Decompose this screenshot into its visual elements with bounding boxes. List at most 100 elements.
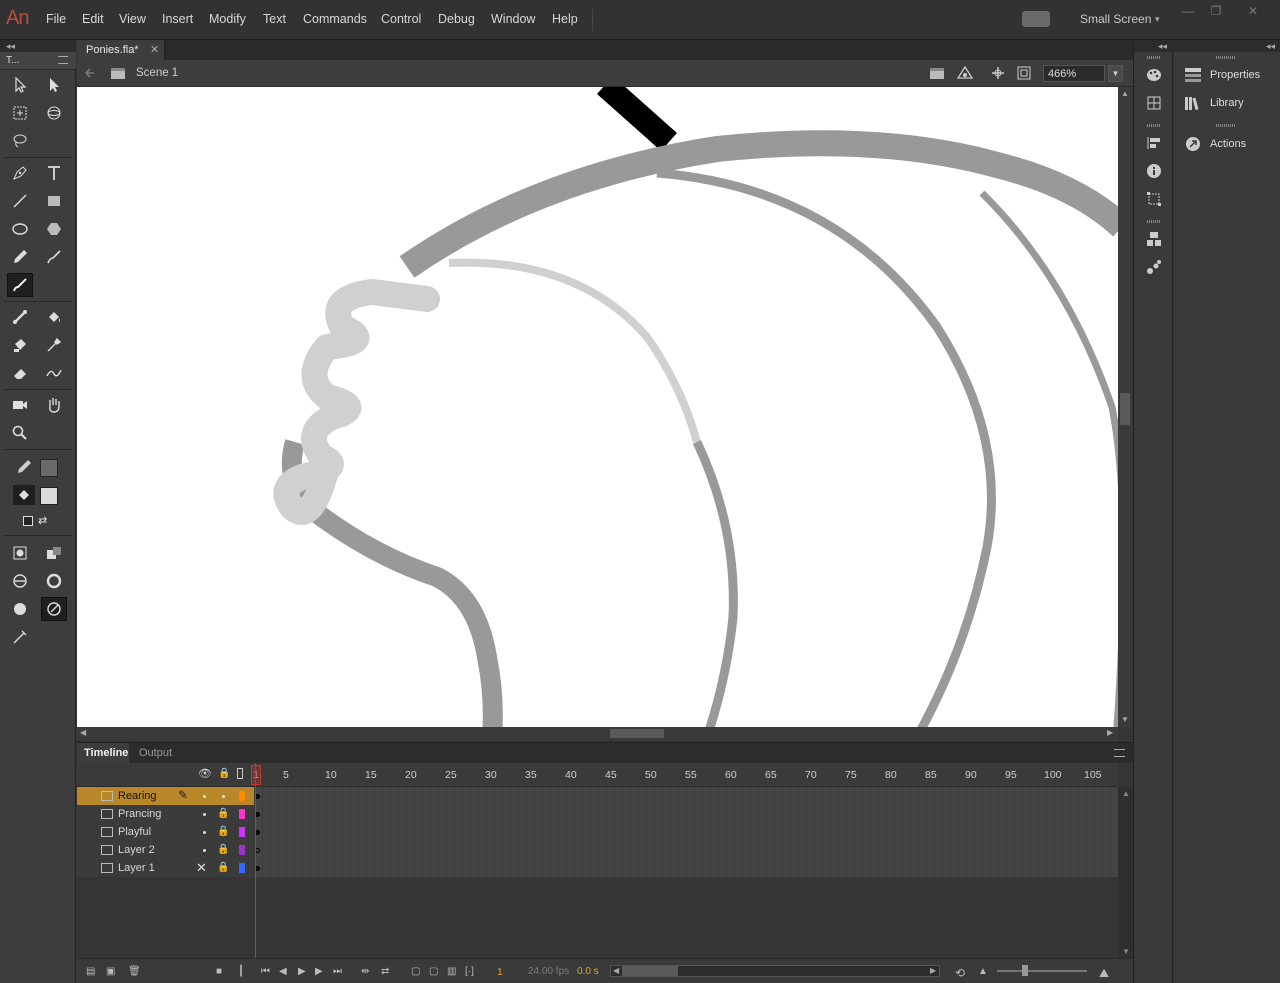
lasso-tool-icon[interactable] <box>7 129 33 153</box>
layer-depth-icon[interactable]: ┃ <box>238 966 244 977</box>
last-frame-icon[interactable]: ⏭ <box>333 966 342 977</box>
swap-colors-icon[interactable]: ⇄ <box>38 514 47 527</box>
pen-tool-icon[interactable] <box>7 161 33 185</box>
menu-help[interactable]: Help <box>552 12 578 26</box>
grip-icon[interactable] <box>1147 220 1161 223</box>
scroll-up-icon[interactable]: ▲ <box>1122 789 1130 798</box>
collapse-icon[interactable]: ◂◂ <box>1158 41 1167 52</box>
sync-settings-icon[interactable] <box>1022 11 1050 27</box>
layer-name[interactable]: Rearing <box>118 790 157 802</box>
frame-ruler[interactable]: 👁 🔒 1 5 10 15 20 25 30 35 40 45 50 55 60… <box>77 763 1118 787</box>
tab-output[interactable]: Output <box>139 747 172 759</box>
step-forward-icon[interactable]: ▶ <box>315 966 323 977</box>
layer-color-swatch[interactable] <box>239 845 245 855</box>
scene-label[interactable]: Scene 1 <box>136 67 178 79</box>
visibility-dot[interactable] <box>203 849 206 852</box>
document-tab[interactable]: Ponies.fla* ✕ <box>77 40 165 60</box>
panel-menu-icon[interactable] <box>58 56 68 64</box>
workspace-switcher[interactable]: Small Screen <box>1080 12 1151 26</box>
chevron-down-icon[interactable]: ▾ <box>1155 14 1160 25</box>
ink-bottle-tool-icon[interactable] <box>7 333 33 357</box>
layer-color-swatch[interactable] <box>239 863 245 873</box>
eye-icon[interactable]: 👁 <box>198 767 212 780</box>
oval-tool-icon[interactable] <box>7 217 33 241</box>
delete-icon[interactable]: 🗑 <box>128 966 141 977</box>
lock-icon[interactable]: 🔒 <box>217 808 229 819</box>
paint-bucket-tool-icon[interactable] <box>41 305 67 329</box>
layer-frames[interactable] <box>254 805 1118 823</box>
paint-brush-tool-icon[interactable] <box>41 245 67 269</box>
step-back-icon[interactable]: ◀ <box>279 966 287 977</box>
subselection-tool-icon[interactable] <box>41 73 67 97</box>
width-tool-icon[interactable] <box>41 361 67 385</box>
playhead-line[interactable] <box>255 763 256 958</box>
onion-outline-icon[interactable]: ▢ <box>429 966 438 977</box>
scroll-right-icon[interactable]: ▶ <box>930 966 936 975</box>
layer-row[interactable]: Prancing 🔒 <box>77 805 1118 823</box>
restore-icon[interactable]: ❐ <box>1204 4 1228 18</box>
brush-mode-icon[interactable] <box>7 569 33 593</box>
panel-menu-icon[interactable] <box>1114 749 1125 757</box>
brush-shape-icon[interactable] <box>7 597 33 621</box>
layer-name[interactable]: Layer 2 <box>118 844 155 856</box>
components-icon[interactable] <box>1145 230 1163 248</box>
scroll-left-icon[interactable]: ◀ <box>613 966 619 975</box>
menu-edit[interactable]: Edit <box>82 12 104 26</box>
clip-content-icon[interactable] <box>1017 66 1031 83</box>
scroll-left-icon[interactable]: ◀ <box>80 728 86 737</box>
tab-timeline[interactable]: Timeline <box>77 743 129 763</box>
menu-insert[interactable]: Insert <box>162 12 193 26</box>
black-white-icon[interactable] <box>23 516 33 526</box>
play-icon[interactable]: ▶ <box>298 966 306 977</box>
grip-icon[interactable] <box>1147 56 1161 59</box>
polystar-tool-icon[interactable] <box>41 217 67 241</box>
stage-horizontal-scrollbar[interactable]: ◀ ▶ <box>77 727 1118 740</box>
frame-rate[interactable]: 24.00 fps <box>528 966 569 977</box>
layer-name[interactable]: Playful <box>118 826 151 838</box>
layer-color-swatch[interactable] <box>239 827 245 837</box>
menu-file[interactable]: File <box>46 12 66 26</box>
layer-frames[interactable] <box>254 859 1118 877</box>
lock-icon[interactable]: 🔒 <box>218 768 230 779</box>
loop-range-icon[interactable]: ⇄ <box>381 966 389 977</box>
scroll-right-icon[interactable]: ▶ <box>1107 728 1113 737</box>
menu-text[interactable]: Text <box>263 12 286 26</box>
timeline-vertical-scrollbar[interactable]: ▲ ▼ <box>1118 787 1133 958</box>
layer-color-swatch[interactable] <box>239 809 245 819</box>
timeline-scroll-thumb[interactable] <box>622 966 678 976</box>
stage-horizontal-scroll-thumb[interactable] <box>610 729 664 738</box>
edit-scene-icon[interactable] <box>929 66 947 83</box>
align-icon[interactable] <box>1145 134 1163 152</box>
timeline-zoom-slider[interactable] <box>997 970 1087 972</box>
camera-icon[interactable]: ■ <box>216 966 222 977</box>
layer-row[interactable]: Layer 1 ✕ 🔒 <box>77 859 1118 877</box>
layer-color-swatch[interactable] <box>239 791 245 801</box>
selection-tool-icon[interactable] <box>7 73 33 97</box>
scroll-down-icon[interactable]: ▼ <box>1121 715 1129 724</box>
actions-panel-button[interactable]: Actions <box>1184 134 1278 154</box>
smoothing-icon[interactable] <box>7 625 33 649</box>
outline-icon[interactable] <box>237 768 243 779</box>
current-frame[interactable]: 1 <box>497 966 503 978</box>
layer-row[interactable]: Layer 2 🔒 <box>77 841 1118 859</box>
layer-name[interactable]: Layer 1 <box>118 862 155 874</box>
scroll-down-icon[interactable]: ▼ <box>1122 947 1130 956</box>
small-mountain-icon[interactable]: ▲ <box>978 966 988 977</box>
library-panel-button[interactable]: Library <box>1184 93 1278 113</box>
eyedropper-tool-icon[interactable] <box>41 333 67 357</box>
new-layer-icon[interactable]: ▤ <box>86 966 95 977</box>
layer-name[interactable]: Prancing <box>118 808 161 820</box>
menu-debug[interactable]: Debug <box>438 12 475 26</box>
properties-panel-button[interactable]: Properties <box>1184 65 1278 85</box>
layer-header[interactable]: Playful 🔒 <box>77 823 254 841</box>
zoom-tool-icon[interactable] <box>7 421 33 445</box>
layer-header[interactable]: Layer 1 ✕ 🔒 <box>77 859 254 877</box>
edit-symbols-icon[interactable] <box>956 65 975 83</box>
playhead[interactable] <box>251 765 261 785</box>
lock-dot[interactable] <box>222 795 225 798</box>
edit-multiple-icon[interactable]: ▥ <box>447 966 456 977</box>
transform-icon[interactable] <box>1145 190 1163 208</box>
large-mountain-icon[interactable]: ⛰ <box>1099 966 1109 981</box>
layer-header[interactable]: Layer 2 🔒 <box>77 841 254 859</box>
layer-frames[interactable] <box>254 787 1118 805</box>
